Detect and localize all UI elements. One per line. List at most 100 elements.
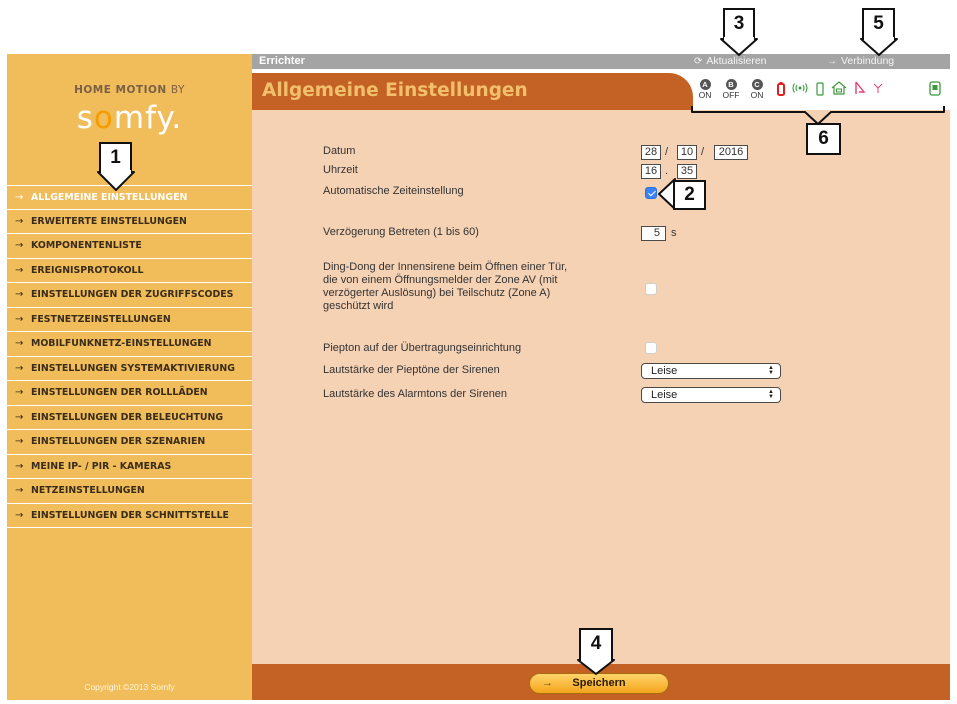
title-tab: Allgemeine Einstellungen xyxy=(252,73,693,110)
radio-signal-icon xyxy=(792,83,808,93)
date-month-input[interactable]: 10 xyxy=(677,145,697,160)
arrow-right-icon: → xyxy=(827,56,837,67)
sidebar-item-festnetz[interactable]: → FESTNETZEINSTELLUNGEN xyxy=(7,308,252,332)
arrow-right-icon: → xyxy=(15,436,24,448)
mode-c-state: ON xyxy=(750,90,764,100)
auto-time-label: Automatische Zeiteinstellung xyxy=(323,185,464,197)
dingdong-label-line: die von einem Öffnungsmelder der Zone AV… xyxy=(323,274,558,286)
time-minute-input[interactable]: 35 xyxy=(677,164,697,179)
mode-a-status: A ON xyxy=(697,79,713,101)
callout-4-pointer xyxy=(577,658,615,675)
mode-a-icon: A xyxy=(699,79,711,90)
mode-b-state: OFF xyxy=(722,90,740,100)
arrow-right-icon: → xyxy=(15,509,24,521)
callout-6: 6 xyxy=(806,123,841,155)
sidebar-item-mobilfunknetz[interactable]: → MOBILFUNKNETZ-EINSTELLUNGEN xyxy=(7,332,252,357)
dingdong-label-line: geschützt wird xyxy=(323,300,394,312)
entry-delay-label: Verzögerung Betreten (1 bis 60) xyxy=(323,226,479,238)
sidebar-item-rolllaeden[interactable]: → EINSTELLUNGEN DER ROLLLÄDEN xyxy=(7,381,252,406)
beep-checkbox[interactable] xyxy=(645,342,657,354)
callout-2: 2 xyxy=(673,180,706,210)
date-day-input[interactable]: 28 xyxy=(641,145,661,160)
entry-delay-unit: s xyxy=(671,227,677,239)
sidebar-item-systemaktivierung[interactable]: → EINSTELLUNGEN SYSTEMAKTIVIERUNG xyxy=(7,357,252,381)
beep-volume-value: Leise xyxy=(651,365,678,377)
sidebar-item-beleuchtung[interactable]: → EINSTELLUNGEN DER BELEUCHTUNG xyxy=(7,406,252,430)
sidebar-item-label: EINSTELLUNGEN SYSTEMAKTIVIERUNG xyxy=(31,362,235,374)
sidebar-item-label: EINSTELLUNGEN DER ROLLLÄDEN xyxy=(31,387,208,399)
dingdong-label-line: verzögerter Auslösung) bei Teilschutz (Z… xyxy=(323,287,551,299)
arrow-right-icon: → xyxy=(15,191,24,203)
antenna-icon xyxy=(873,83,883,93)
sidebar-item-label: EINSTELLUNGEN DER ZUGRIFFSCODES xyxy=(31,289,234,301)
top-bar: Errichter ⟳ Aktualisieren → Verbindung xyxy=(252,54,950,69)
system-status-icons: A ON B OFF C ON xyxy=(697,79,947,103)
arrow-right-icon: → xyxy=(15,387,24,399)
date-separator: / xyxy=(665,146,669,158)
auto-time-checkbox[interactable] xyxy=(645,187,657,199)
date-label: Datum xyxy=(323,145,356,157)
callout-3-pointer xyxy=(720,37,758,56)
callout-1-pointer xyxy=(97,170,135,191)
sidebar-nav: → ALLGEMEINE EINSTELLUNGEN → ERWEITERTE … xyxy=(7,185,252,528)
sidebar-item-label: EREIGNISPROTOKOLL xyxy=(31,264,144,276)
sidebar-item-zugriffscodes[interactable]: → EINSTELLUNGEN DER ZUGRIFFSCODES xyxy=(7,283,252,308)
sidebar-item-ereignisprotokoll[interactable]: → EREIGNISPROTOKOLL xyxy=(7,259,252,283)
dingdong-checkbox[interactable] xyxy=(645,283,657,295)
save-button[interactable]: → Speichern xyxy=(529,673,669,694)
device-status-icon xyxy=(929,81,941,96)
sidebar-item-kameras[interactable]: → MEINE IP- / PIR - KAMERAS xyxy=(7,455,252,479)
arrow-right-icon: → xyxy=(542,677,553,689)
mode-c-icon: C xyxy=(751,79,763,90)
arrow-right-icon: → xyxy=(15,460,24,472)
arrow-right-icon: → xyxy=(15,485,24,497)
beep-label: Piepton auf der Übertragungseinrichtung xyxy=(323,342,522,354)
sidebar-item-label: FESTNETZEINSTELLUNGEN xyxy=(31,313,171,325)
callout-5-pointer xyxy=(860,37,898,56)
callout-1: 1 xyxy=(99,142,132,173)
alarm-volume-value: Leise xyxy=(651,389,678,401)
settings-form: Datum 28 / 10 / 2016 Uhrzeit 16 . 35 Aut… xyxy=(252,110,950,664)
select-caret-icon: ▲ ▼ xyxy=(768,365,774,376)
callout-3: 3 xyxy=(723,8,755,39)
mode-b-icon: B xyxy=(725,79,737,90)
arrow-right-icon: → xyxy=(15,362,24,374)
beep-volume-select[interactable]: Leise ▲ ▼ xyxy=(641,363,781,379)
sidebar-item-komponentenliste[interactable]: → KOMPONENTENLISTE xyxy=(7,234,252,259)
date-separator: / xyxy=(701,146,705,158)
select-caret-icon: ▲ ▼ xyxy=(768,389,774,400)
sidebar-item-label: EINSTELLUNGEN DER SCHNITTSTELLE xyxy=(31,509,229,521)
sidebar-item-label: EINSTELLUNGEN DER SZENARIEN xyxy=(31,436,206,448)
sidebar-item-erweiterte-einstellungen[interactable]: → ERWEITERTE EINSTELLUNGEN xyxy=(7,210,252,234)
sidebar-item-label: MEINE IP- / PIR - KAMERAS xyxy=(31,460,172,472)
page-title: Allgemeine Einstellungen xyxy=(262,80,528,101)
sidebar-item-label: MOBILFUNKNETZ-EINSTELLUNGEN xyxy=(31,338,212,350)
alarm-volume-select[interactable]: Leise ▲ ▼ xyxy=(641,387,781,403)
battery-alert-icon xyxy=(777,82,785,96)
mobile-phone-icon xyxy=(816,82,824,96)
home-network-icon xyxy=(831,81,847,95)
sidebar-item-netzeinstellungen[interactable]: → NETZEINSTELLUNGEN xyxy=(7,479,252,504)
mode-b-status: B OFF xyxy=(721,79,741,101)
arrow-right-icon: → xyxy=(15,313,24,325)
time-separator: . xyxy=(665,165,669,177)
sidebar-item-schnittstelle[interactable]: → EINSTELLUNGEN DER SCHNITTSTELLE xyxy=(7,504,252,528)
arrow-right-icon: → xyxy=(15,411,24,423)
brand-tagline-text: HOME MOTION xyxy=(74,84,167,96)
entry-delay-input[interactable]: 5 xyxy=(641,226,666,241)
sidebar-item-label: EINSTELLUNGEN DER BELEUCHTUNG xyxy=(31,411,224,423)
somfy-logo: somfy. xyxy=(76,100,183,136)
mode-a-state: ON xyxy=(698,90,712,100)
arrow-right-icon: → xyxy=(15,289,24,301)
user-role: Errichter xyxy=(259,55,305,67)
alarm-volume-label: Lautstärke des Alarmtons der Sirenen xyxy=(323,388,508,400)
copyright: Copyright ©2013 Somfy xyxy=(84,682,175,692)
sidebar-item-label: NETZEINSTELLUNGEN xyxy=(31,485,145,497)
date-year-input[interactable]: 2016 xyxy=(714,145,748,160)
beep-volume-label: Lautstärke der Pieptöne der Sirenen xyxy=(323,364,500,376)
arrow-right-icon: → xyxy=(15,215,24,227)
refresh-icon: ⟳ xyxy=(694,56,703,67)
sidebar-item-szenarien[interactable]: → EINSTELLUNGEN DER SZENARIEN xyxy=(7,430,252,455)
brand-tagline: HOME MOTION BY xyxy=(7,84,252,96)
callout-5: 5 xyxy=(862,8,895,39)
